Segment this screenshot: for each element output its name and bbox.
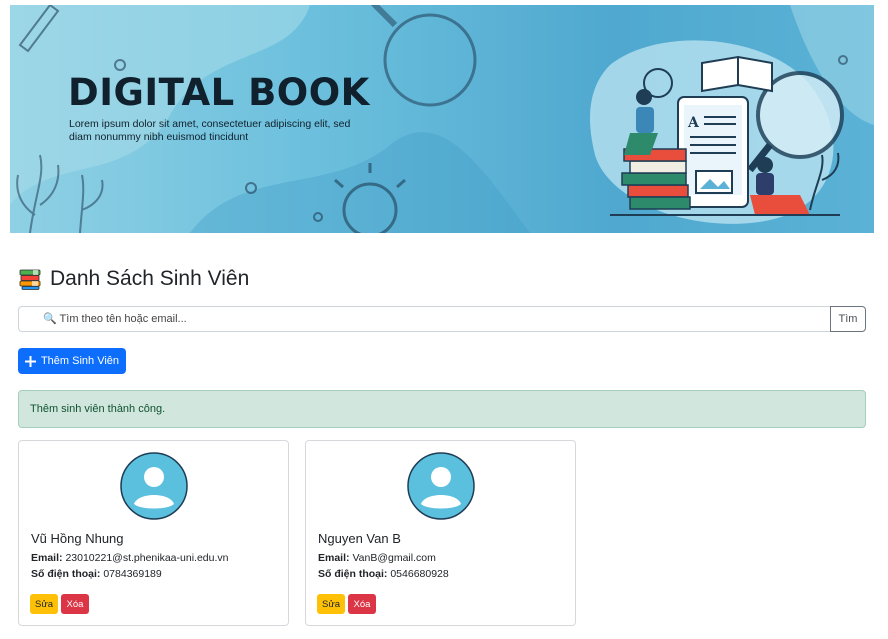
email-label: Email: (31, 552, 63, 564)
student-card: Nguyen Van B Email: VanB@gmail.com Số đi… (305, 440, 576, 626)
add-student-label: Thêm Sinh Viên (40, 355, 120, 367)
student-card: Vũ Hồng Nhung Email: 23010221@st.phenika… (18, 440, 289, 626)
email-value: 23010221@st.phenikaa-uni.edu.vn (65, 552, 229, 564)
search-button[interactable]: Tìm (830, 306, 866, 332)
search-bar: Tìm (18, 306, 866, 332)
delete-button[interactable]: Xóa (348, 594, 376, 614)
phone-value: 0784369189 (103, 568, 162, 580)
email-label: Email: (318, 552, 350, 564)
student-phone: Số điện thoại: 0546680928 (318, 568, 449, 580)
page-title: Danh Sách Sinh Viên (18, 264, 249, 294)
add-student-button[interactable]: Thêm Sinh Viên (18, 348, 126, 374)
page-title-text: Danh Sách Sinh Viên (50, 267, 250, 290)
banner-image: A DIGITAL BOOK Lorem ipsum dolor sit ame… (10, 5, 874, 233)
student-email: Email: VanB@gmail.com (318, 552, 436, 564)
email-value: VanB@gmail.com (352, 552, 436, 564)
student-email: Email: 23010221@st.phenikaa-uni.edu.vn (31, 552, 228, 564)
success-alert: Thêm sinh viên thành công. (18, 390, 866, 428)
banner-title: DIGITAL BOOK (68, 71, 370, 114)
books-icon (19, 269, 41, 290)
phone-label: Số điện thoại: (318, 568, 388, 580)
plus-icon (24, 355, 36, 367)
svg-text:A: A (687, 115, 700, 131)
phone-label: Số điện thoại: (31, 568, 101, 580)
page: A DIGITAL BOOK Lorem ipsum dolor sit ame… (0, 0, 888, 639)
edit-button[interactable]: Sửa (317, 594, 345, 614)
success-alert-message: Thêm sinh viên thành công. (30, 403, 166, 415)
banner-subtitle: Lorem ipsum dolor sit amet, consectetuer… (69, 118, 351, 143)
phone-value: 0546680928 (390, 568, 449, 580)
student-name: Vũ Hồng Nhung (31, 531, 124, 546)
avatar-icon (407, 452, 475, 520)
avatar-icon (120, 452, 188, 520)
student-name: Nguyen Van B (318, 531, 401, 546)
edit-button[interactable]: Sửa (30, 594, 58, 614)
student-phone: Số điện thoại: 0784369189 (31, 568, 162, 580)
search-input[interactable] (18, 306, 830, 332)
delete-button[interactable]: Xóa (61, 594, 89, 614)
